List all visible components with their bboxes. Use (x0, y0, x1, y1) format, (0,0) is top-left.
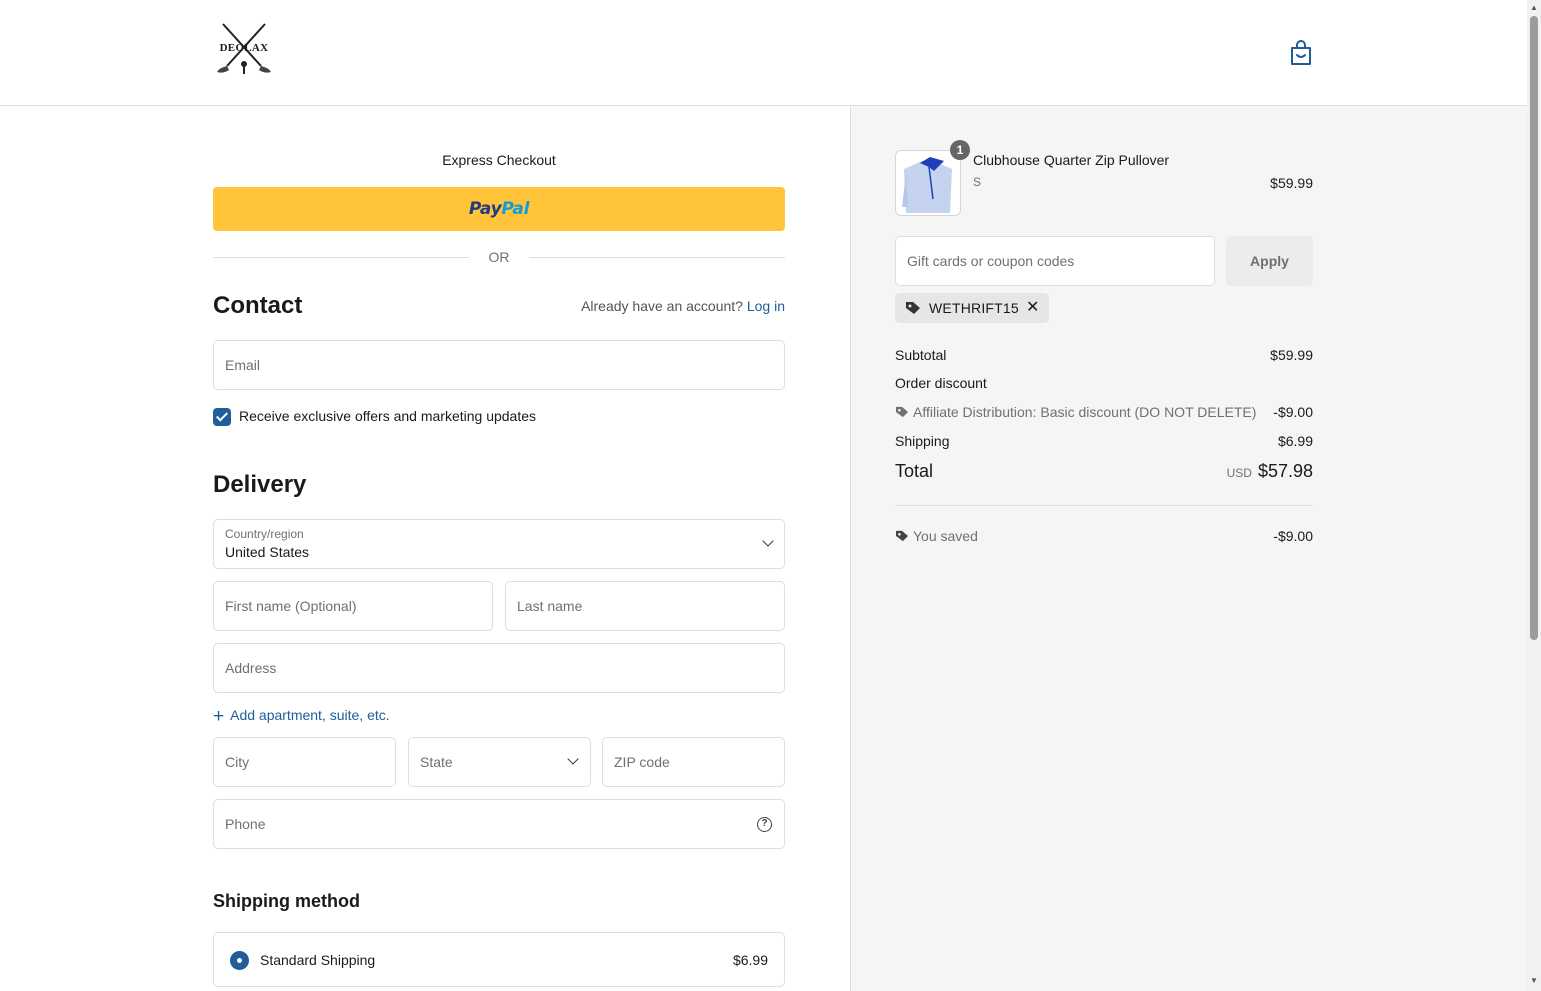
shipping-option-price: $6.99 (732, 952, 768, 968)
product-variant: S (973, 175, 982, 189)
tag-icon (896, 530, 908, 542)
product-thumbnail (895, 150, 961, 216)
phone-field[interactable]: Phone (213, 799, 785, 849)
discount-detail: Affiliate Distribution: Basic discount (… (895, 404, 1256, 420)
scrollbar-thumb[interactable] (1530, 16, 1538, 640)
brand-name: DEOLAX (219, 42, 269, 54)
tag-icon (896, 406, 908, 418)
summary-divider (895, 505, 1313, 506)
discount-value: -$9.00 (1273, 404, 1313, 420)
city-placeholder: City (225, 754, 250, 770)
chevron-down-icon (567, 753, 579, 765)
state-select[interactable]: State (408, 737, 591, 787)
apply-button[interactable]: Apply (1226, 236, 1313, 286)
marketing-label: Receive exclusive offers and marketing u… (239, 408, 537, 424)
subtotal-value: $59.99 (1270, 347, 1313, 363)
zip-field[interactable]: ZIP code (602, 737, 785, 787)
country-label: Country/region (225, 527, 304, 541)
coupon-input[interactable]: Gift cards or coupon codes (895, 236, 1215, 286)
scroll-up-icon[interactable]: ▲ (1529, 3, 1539, 13)
product-name: Clubhouse Quarter Zip Pullover (973, 152, 1170, 168)
first-name-placeholder: First name (Optional) (225, 598, 357, 614)
shipping-value: $6.99 (1277, 433, 1313, 449)
last-name-placeholder: Last name (517, 598, 583, 614)
paypal-button[interactable]: PayPal (213, 187, 785, 231)
account-prompt: Already have an account? Log in (581, 298, 785, 314)
savings-value: -$9.00 (1273, 528, 1313, 544)
email-placeholder: Email (225, 357, 261, 373)
discount-name: Affiliate Distribution: Basic discount (… (913, 404, 1257, 420)
or-divider: OR (213, 248, 785, 268)
remove-code-icon[interactable]: ✕ (1026, 297, 1039, 317)
shipping-option-name: Standard Shipping (260, 952, 376, 968)
add-apartment-link[interactable]: + Add apartment, suite, etc. (213, 706, 390, 728)
shipping-method-heading: Shipping method (213, 891, 360, 911)
delivery-heading: Delivery (213, 471, 307, 498)
divider-line (529, 257, 785, 258)
first-name-field[interactable]: First name (Optional) (213, 581, 493, 631)
chevron-down-icon (762, 535, 774, 547)
city-field[interactable]: City (213, 737, 396, 787)
applied-code: WETHRIFT15 (929, 300, 1019, 316)
zip-placeholder: ZIP code (614, 754, 670, 770)
shipping-option[interactable]: Standard Shipping $6.99 (213, 932, 785, 987)
country-select[interactable]: Country/region United States (213, 519, 785, 569)
header: DEOLAX (0, 0, 1527, 106)
brand-logo[interactable]: DEOLAX (213, 22, 275, 78)
savings-label: You saved (913, 528, 978, 544)
help-icon[interactable]: ? (757, 817, 772, 832)
last-name-field[interactable]: Last name (505, 581, 785, 631)
pullover-image (898, 153, 958, 213)
plus-icon: + (213, 706, 225, 727)
savings-label-wrap: You saved (895, 528, 978, 544)
product-price: $59.99 (1270, 175, 1313, 191)
contact-heading: Contact (213, 292, 303, 319)
order-discount-label: Order discount (895, 375, 987, 391)
address-field[interactable]: Address (213, 643, 785, 693)
add-apartment-label: Add apartment, suite, etc. (230, 707, 390, 723)
state-placeholder: State (420, 754, 453, 770)
marketing-checkbox[interactable] (213, 408, 231, 426)
total-label: Total (895, 461, 934, 481)
shipping-label: Shipping (895, 433, 950, 449)
tag-icon (906, 302, 920, 314)
email-field[interactable]: Email (213, 340, 785, 390)
country-value: United States (225, 544, 310, 560)
quantity-badge: 1 (950, 140, 970, 160)
total-value: $57.98 (1257, 461, 1313, 481)
total-amount: USD $57.98 (1227, 461, 1313, 482)
coupon-placeholder: Gift cards or coupon codes (907, 253, 1075, 269)
currency-code: USD (1226, 466, 1252, 480)
applied-code-chip: WETHRIFT15 ✕ (895, 293, 1049, 323)
phone-placeholder: Phone (225, 816, 266, 832)
scroll-down-icon[interactable]: ▼ (1529, 976, 1539, 986)
login-link[interactable]: Log in (747, 298, 785, 314)
page-scrollbar[interactable]: ▲ ▼ (1527, 0, 1541, 991)
account-prompt-text: Already have an account? (581, 298, 743, 314)
express-checkout-title: Express Checkout (442, 152, 556, 168)
paypal-logo: PayPal (468, 199, 530, 219)
shipping-radio[interactable] (230, 951, 249, 970)
shopping-bag-icon[interactable] (1289, 40, 1313, 66)
subtotal-label: Subtotal (895, 347, 947, 363)
address-placeholder: Address (225, 660, 277, 676)
